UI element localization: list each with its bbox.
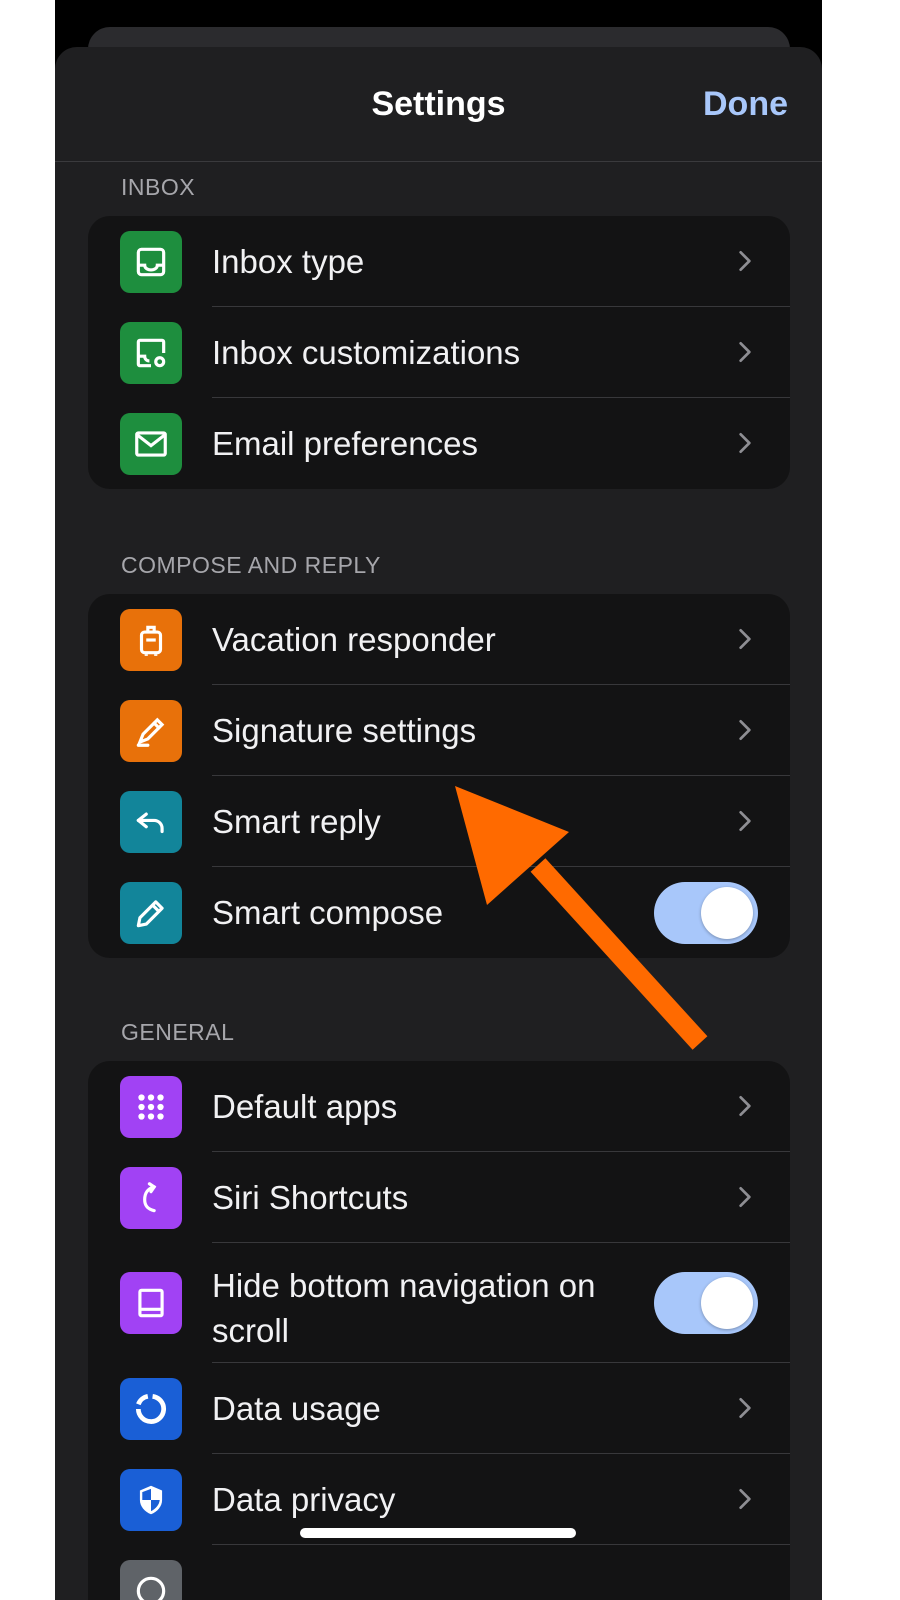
home-indicator[interactable] [300,1528,576,1538]
grid-dots-icon [120,1076,182,1138]
row-label: Vacation responder [212,621,496,658]
done-button[interactable]: Done [703,85,788,124]
shield-icon [120,1469,182,1531]
suitcase-icon [120,609,182,671]
reply-icon [120,791,182,853]
row-label: Email preferences [212,425,478,462]
row-label: Data usage [212,1390,381,1427]
settings-row-smart-reply[interactable]: Smart reply [88,776,790,867]
chevron-right-icon [739,432,751,454]
settings-row-signature-settings[interactable]: Signature settings [88,685,790,776]
inbox-tray-icon [120,231,182,293]
chevron-right-icon [739,1488,751,1510]
settings-group-inbox: Inbox type Inbox customizations Email pr… [88,216,790,489]
settings-row-inbox-customizations[interactable]: Inbox customizations [88,307,790,398]
info-icon [120,1560,182,1600]
chevron-right-icon [739,628,751,650]
section-header-compose: COMPOSE AND REPLY [121,552,381,578]
row-label: Inbox type [212,243,365,280]
signature-pen-icon [120,700,182,762]
row-label: Smart compose [212,894,444,931]
chevron-right-icon [739,719,751,741]
settings-group-general: Default apps Siri Shortcuts Hide bottom … [88,1061,790,1600]
inbox-settings-icon [120,322,182,384]
settings-row-hide-bottom-navigation: Hide bottom navigation on scroll [88,1243,790,1363]
settings-row-siri-shortcuts[interactable]: Siri Shortcuts [88,1152,790,1243]
phone-screen: Settings Done INBOX Inbox type Inbox cus… [55,0,822,1600]
chevron-right-icon [739,810,751,832]
settings-group-compose: Vacation responder Signature settings Sm… [88,594,790,958]
chevron-right-icon [739,1186,751,1208]
row-label: Inbox customizations [212,334,521,371]
settings-row-vacation-responder[interactable]: Vacation responder [88,594,790,685]
chevron-right-icon [739,341,751,363]
hide-bottom-navigation-toggle[interactable] [654,1272,758,1334]
navigation-bar: Settings Done [55,47,822,162]
chevron-right-icon [739,250,751,272]
row-label: Hide bottom navigation on scroll [212,1267,596,1349]
settings-row-email-preferences[interactable]: Email preferences [88,398,790,489]
settings-row-inbox-type[interactable]: Inbox type [88,216,790,307]
chevron-right-icon [739,1397,751,1419]
bottom-nav-icon [120,1272,182,1334]
settings-row-smart-compose: Smart compose [88,867,790,958]
section-header-general: GENERAL [121,1019,235,1045]
toggle-knob [701,887,753,939]
settings-sheet: Settings Done INBOX Inbox type Inbox cus… [55,47,822,1600]
mail-icon [120,413,182,475]
section-header-inbox: INBOX [121,174,196,200]
chevron-right-icon [739,1095,751,1117]
pencil-icon [120,882,182,944]
row-label: Default apps [212,1088,398,1125]
donut-chart-icon [120,1378,182,1440]
shortcut-arrow-icon [120,1167,182,1229]
row-label: Signature settings [212,712,477,749]
smart-compose-toggle[interactable] [654,882,758,944]
settings-row-data-usage[interactable]: Data usage [88,1363,790,1454]
nav-divider [55,161,822,162]
settings-row-partial[interactable] [88,1545,790,1600]
toggle-knob [701,1277,753,1329]
row-label: Siri Shortcuts [212,1179,409,1216]
row-label: Smart reply [212,803,381,840]
settings-row-default-apps[interactable]: Default apps [88,1061,790,1152]
